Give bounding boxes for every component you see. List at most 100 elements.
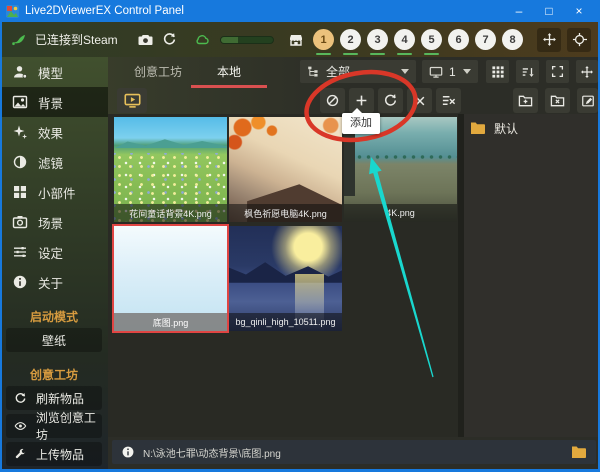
contrast-icon [12, 154, 28, 170]
window-title: Live2DViewerEX Control Panel [25, 5, 184, 17]
background-thumbnail-selected[interactable]: 底图.png [114, 226, 227, 331]
list-x-icon [441, 93, 456, 108]
sidebar-item-filters[interactable]: 滤镜 [0, 147, 108, 177]
delete-folder-button[interactable] [545, 88, 570, 113]
sort-icon [521, 65, 535, 79]
tv-play-icon [123, 92, 142, 109]
expand-icon [551, 65, 564, 78]
slot-button-5[interactable]: 5 [421, 29, 442, 50]
slot-button-1[interactable]: 1 [313, 29, 334, 50]
thumbnail-filename: 4K.png [344, 204, 457, 222]
top-toolbar: 已连接到Steam [0, 22, 600, 57]
sidebar-item-label: 小部件 [38, 183, 76, 202]
cloud-icon [192, 32, 212, 48]
disable-button[interactable] [320, 88, 345, 113]
sidebar-item-about[interactable]: 关于 [0, 267, 108, 297]
fullscreen-button[interactable] [546, 60, 569, 83]
workshop-store-button[interactable] [284, 28, 308, 52]
slot-button-2[interactable]: 2 [340, 29, 361, 50]
refresh-icon [162, 32, 177, 47]
sidebar: 模型 背景 效果 滤镜 [0, 57, 108, 472]
filter-value: 全部 [326, 63, 350, 80]
target-position-button[interactable] [567, 28, 591, 52]
arrange-button[interactable] [576, 60, 598, 83]
sidebar-item-settings[interactable]: 设定 [0, 237, 108, 267]
sidebar-item-label: 场景 [38, 213, 63, 232]
background-thumbnail[interactable]: 花间童话背景4K.png [114, 117, 227, 222]
chevron-down-icon [401, 69, 409, 78]
grid-view-button[interactable] [486, 60, 509, 83]
tab-workshop[interactable]: 创意工坊 [128, 60, 188, 84]
sliders-icon [12, 244, 28, 260]
plus-icon [354, 93, 369, 108]
minimize-button[interactable]: – [504, 0, 534, 22]
window-controls: – □ × [504, 0, 594, 22]
browse-workshop-button[interactable]: 浏览创意工坊 [6, 414, 102, 438]
maximize-button[interactable]: □ [534, 0, 564, 22]
sidebar-item-model[interactable]: 模型 [0, 57, 108, 87]
upload-items-button[interactable]: 上传物品 [6, 442, 102, 466]
rotate-icon [383, 93, 398, 108]
sidebar-item-label: 背景 [38, 93, 63, 112]
launch-mode-header: 启动模式 [0, 308, 108, 325]
workshop-header: 创意工坊 [0, 366, 108, 383]
refresh-items-button[interactable]: 刷新物品 [6, 386, 102, 410]
reload-list-button[interactable] [378, 88, 403, 113]
folder-item-default[interactable]: 默认 [470, 118, 592, 138]
slot-button-8[interactable]: 8 [502, 29, 523, 50]
add-folder-button[interactable] [513, 88, 538, 113]
sidebar-item-effects[interactable]: 效果 [0, 117, 108, 147]
cloud-sync-group[interactable] [192, 32, 274, 48]
browse-workshop-label: 浏览创意工坊 [36, 409, 102, 443]
move-icon [580, 65, 594, 79]
title-bar: Live2DViewerEX Control Panel – □ × [0, 0, 600, 22]
shop-icon [288, 32, 304, 48]
slot-button-6[interactable]: 6 [448, 29, 469, 50]
reload-button[interactable] [158, 28, 182, 52]
camera-outline-icon [12, 214, 28, 230]
slot-button-4[interactable]: 4 [394, 29, 415, 50]
clear-list-button[interactable] [436, 88, 461, 113]
sidebar-item-background[interactable]: 背景 [0, 87, 108, 117]
sidebar-item-scenes[interactable]: 场景 [0, 207, 108, 237]
sidebar-item-label: 滤镜 [38, 153, 63, 172]
wallpaper-mode-button[interactable]: 壁纸 [6, 328, 102, 352]
remove-button[interactable] [407, 88, 432, 113]
close-button[interactable]: × [564, 0, 594, 22]
screenshot-button[interactable] [134, 28, 158, 52]
thumbnail-filename: bg_qinli_high_10511.png [229, 313, 342, 331]
thumbnail-filename: 底图.png [114, 313, 227, 331]
edit-pencil-icon [581, 94, 595, 108]
refresh-items-label: 刷新物品 [36, 390, 84, 407]
background-thumbnail[interactable]: bg_qinli_high_10511.png [229, 226, 342, 331]
sidebar-item-label: 模型 [38, 63, 63, 82]
status-bar: N:\泳池七罪\动态背景\底图.png [112, 440, 596, 464]
sort-button[interactable] [516, 60, 539, 83]
steam-connected-icon [9, 32, 28, 48]
tab-local[interactable]: 本地 [191, 60, 267, 84]
app-window: Live2DViewerEX Control Panel – □ × 已连接到S… [0, 0, 600, 472]
folder-name: 默认 [494, 120, 518, 137]
add-tooltip: 添加 [342, 113, 380, 134]
refresh-icon [14, 392, 27, 405]
folder-panel [464, 114, 598, 437]
circle-slash-icon [325, 93, 340, 108]
selected-file-path: N:\泳池七罪\动态背景\底图.png [143, 445, 563, 460]
open-folder-icon[interactable] [571, 445, 587, 459]
steam-status-label: 已连接到Steam [35, 31, 118, 48]
preview-play-button[interactable] [117, 88, 147, 113]
info-icon [12, 274, 28, 290]
slot-button-7[interactable]: 7 [475, 29, 496, 50]
thumbnail-filename: 枫色祈愿电脑4K.png [229, 204, 342, 222]
slot-button-3[interactable]: 3 [367, 29, 388, 50]
move-window-button[interactable] [537, 28, 561, 52]
rename-folder-button[interactable] [577, 88, 598, 113]
folder-x-icon [550, 93, 565, 108]
sync-progress-bar [220, 36, 274, 44]
monitor-dropdown[interactable]: 1 [422, 60, 478, 83]
background-thumbnail[interactable]: 枫色祈愿电脑4K.png [229, 117, 342, 222]
monitor-value: 1 [449, 65, 456, 79]
sidebar-item-widgets[interactable]: 小部件 [0, 177, 108, 207]
window-border [0, 22, 2, 472]
category-filter-dropdown[interactable]: 全部 [300, 60, 416, 83]
